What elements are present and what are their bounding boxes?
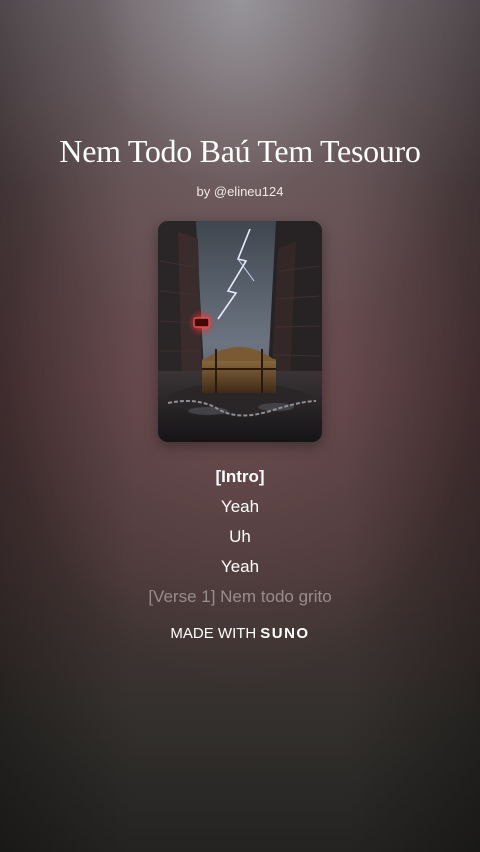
album-cover-image [158, 221, 322, 442]
suno-logo: SUNO [260, 625, 310, 642]
album-cover[interactable] [158, 221, 322, 442]
lyrics-panel: [Intro] Yeah Uh Yeah [Verse 1] Nem todo … [0, 462, 480, 612]
lyric-line: Yeah [220, 557, 260, 576]
lyric-line: Yeah [220, 497, 260, 516]
made-with-suno-badge[interactable]: MADE WITH SUNO [0, 625, 480, 642]
song-title: Nem Todo Baú Tem Tesouro [59, 133, 421, 169]
lyric-line-intro: [Intro] [215, 467, 265, 486]
made-with-label: MADE WITH [170, 625, 257, 642]
lyric-line-upcoming: [Verse 1] Nem todo grito [148, 587, 332, 606]
artist-byline[interactable]: by @elineu124 [0, 184, 480, 199]
lyric-line: Uh [229, 527, 251, 546]
